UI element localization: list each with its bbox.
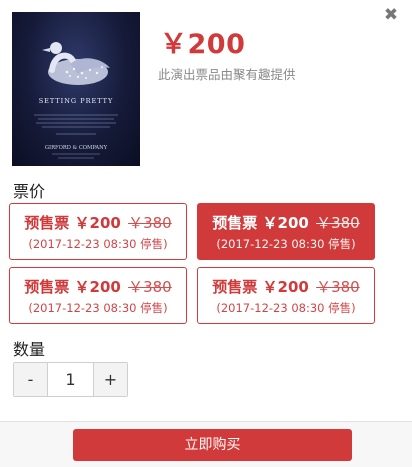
- ticket-price: ￥200: [74, 214, 121, 232]
- ticket-option-title: 预售票 ￥200 ￥380: [10, 276, 186, 297]
- ticket-original-price: ￥380: [128, 214, 172, 232]
- ticket-original-price: ￥380: [316, 214, 360, 232]
- ticket-option-title: 预售票 ￥200 ￥380: [10, 212, 186, 233]
- ticket-type: 预售票: [24, 278, 70, 296]
- swan-brooch-illustration: SETTING PRETTY GIRFORD & COMPANY: [34, 42, 118, 159]
- provider-note: 此演出票品由聚有趣提供: [158, 67, 296, 82]
- footer-bar: 立即购买: [0, 421, 412, 467]
- quantity-value[interactable]: 1: [48, 363, 93, 396]
- event-poster-image: SETTING PRETTY GIRFORD & COMPANY: [12, 12, 140, 166]
- price-display: ￥200: [160, 29, 246, 60]
- ticket-price-label: 票价: [13, 182, 46, 201]
- ticket-price: ￥200: [74, 278, 121, 296]
- ticket-option[interactable]: 预售票 ￥200 ￥380 (2017-12-23 08:30 停售): [9, 267, 187, 324]
- decrement-button[interactable]: -: [14, 363, 48, 396]
- ticket-price: ￥200: [262, 214, 309, 232]
- increment-button[interactable]: +: [93, 363, 127, 396]
- ticket-option-title: 预售票 ￥200 ￥380: [198, 276, 374, 297]
- ticket-option[interactable]: 预售票 ￥200 ￥380 (2017-12-23 08:30 停售): [9, 203, 187, 260]
- ticket-sale-end-note: (2017-12-23 08:30 停售): [216, 301, 356, 315]
- poster-brand: GIRFORD & COMPANY: [45, 145, 108, 151]
- poster-title: SETTING PRETTY: [39, 97, 114, 105]
- ticket-price: ￥200: [262, 278, 309, 296]
- ticket-option[interactable]: 预售票 ￥200 ￥380 (2017-12-23 08:30 停售): [197, 267, 375, 324]
- close-icon[interactable]: ✖: [382, 6, 400, 24]
- ticket-option-title: 预售票 ￥200 ￥380: [198, 212, 374, 233]
- ticket-type: 预售票: [212, 278, 258, 296]
- ticket-sale-end-note: (2017-12-23 08:30 停售): [216, 237, 356, 251]
- ticket-original-price: ￥380: [128, 278, 172, 296]
- ticket-sale-end-note: (2017-12-23 08:30 停售): [28, 237, 168, 251]
- quantity-label: 数量: [13, 340, 46, 359]
- ticket-sale-end-note: (2017-12-23 08:30 停售): [28, 301, 168, 315]
- quantity-stepper: - 1 +: [13, 362, 128, 397]
- ticket-original-price: ￥380: [316, 278, 360, 296]
- ticket-option-selected[interactable]: 预售票 ￥200 ￥380 (2017-12-23 08:30 停售): [197, 203, 375, 260]
- buy-now-button[interactable]: 立即购买: [73, 429, 352, 461]
- ticket-type: 预售票: [212, 214, 258, 232]
- ticket-type: 预售票: [24, 214, 70, 232]
